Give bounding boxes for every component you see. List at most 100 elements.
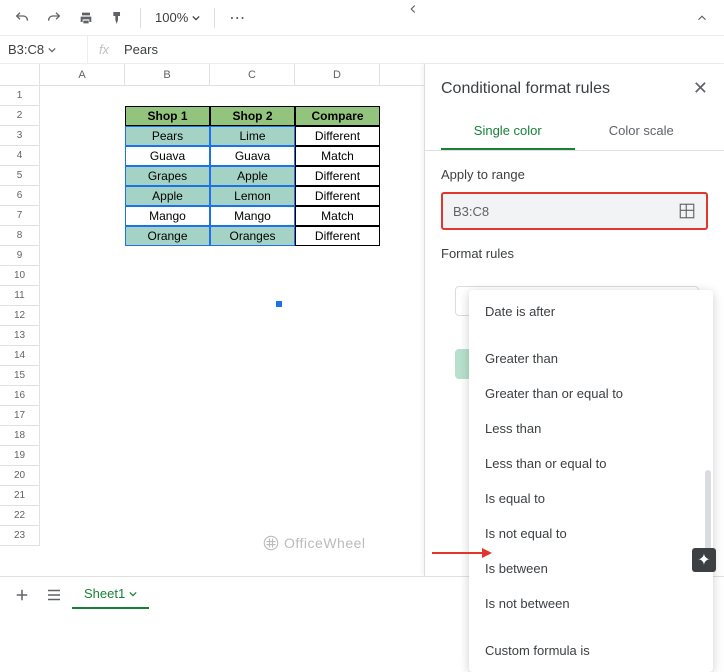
cell[interactable] [295, 406, 380, 426]
row-header[interactable]: 20 [0, 466, 40, 486]
row-header[interactable]: 4 [0, 146, 40, 166]
print-icon[interactable] [72, 4, 100, 32]
cell[interactable] [40, 466, 125, 486]
cell[interactable] [40, 146, 125, 166]
cell[interactable]: Lemon [210, 186, 295, 206]
cell[interactable] [125, 506, 210, 526]
cell[interactable]: Apple [210, 166, 295, 186]
cell[interactable]: Shop 2 [210, 106, 295, 126]
column-header[interactable]: C [210, 64, 295, 85]
grid-select-icon[interactable] [678, 202, 696, 220]
row-header[interactable]: 10 [0, 266, 40, 286]
name-box[interactable]: B3:C8 [0, 36, 88, 63]
cell[interactable] [125, 306, 210, 326]
cell[interactable] [40, 126, 125, 146]
cell[interactable] [125, 386, 210, 406]
cell[interactable] [295, 246, 380, 266]
cell[interactable] [210, 246, 295, 266]
cell[interactable] [125, 486, 210, 506]
cell[interactable] [210, 366, 295, 386]
row-header[interactable]: 6 [0, 186, 40, 206]
dropdown-item[interactable]: Date is after [469, 294, 713, 329]
close-icon[interactable]: ✕ [693, 78, 708, 99]
cell[interactable] [40, 186, 125, 206]
selection-handle[interactable] [276, 301, 282, 307]
cell[interactable] [40, 86, 125, 106]
cell[interactable] [295, 446, 380, 466]
cell[interactable] [295, 286, 380, 306]
dropdown-item[interactable]: Less than or equal to [469, 446, 713, 481]
cell[interactable] [210, 426, 295, 446]
cell[interactable] [125, 466, 210, 486]
cell[interactable] [40, 206, 125, 226]
cell[interactable] [295, 86, 380, 106]
cell[interactable] [125, 246, 210, 266]
row-header[interactable]: 9 [0, 246, 40, 266]
paint-format-icon[interactable] [104, 4, 132, 32]
cell[interactable]: Mango [210, 206, 295, 226]
cell[interactable] [40, 266, 125, 286]
cell[interactable] [295, 306, 380, 326]
cell[interactable]: Guava [210, 146, 295, 166]
row-header[interactable]: 8 [0, 226, 40, 246]
cell[interactable] [40, 446, 125, 466]
cell[interactable] [210, 326, 295, 346]
dropdown-item[interactable]: Is not equal to [469, 516, 713, 551]
select-all-corner[interactable] [0, 64, 40, 85]
cell[interactable] [295, 366, 380, 386]
dropdown-item[interactable]: Is between [469, 551, 713, 586]
range-input[interactable]: B3:C8 [441, 192, 708, 230]
collapse-panel-icon[interactable] [406, 2, 420, 16]
sheet-tab[interactable]: Sheet1 [72, 580, 149, 609]
dropdown-item[interactable]: Greater than or equal to [469, 376, 713, 411]
cell[interactable]: Mango [125, 206, 210, 226]
cell[interactable] [40, 226, 125, 246]
column-header[interactable]: A [40, 64, 125, 85]
row-header[interactable]: 23 [0, 526, 40, 546]
row-header[interactable]: 1 [0, 86, 40, 106]
all-sheets-icon[interactable] [40, 586, 68, 604]
cell[interactable] [40, 306, 125, 326]
dropdown-item[interactable]: Greater than [469, 341, 713, 376]
zoom-dropdown[interactable]: 100% [149, 10, 206, 25]
explore-button[interactable]: ✦ [692, 548, 716, 572]
cell[interactable] [295, 266, 380, 286]
cell[interactable] [40, 246, 125, 266]
row-header[interactable]: 18 [0, 426, 40, 446]
cell[interactable] [40, 346, 125, 366]
cell[interactable] [125, 446, 210, 466]
cell[interactable] [40, 426, 125, 446]
cell[interactable] [125, 526, 210, 546]
row-header[interactable]: 12 [0, 306, 40, 326]
cell[interactable]: Guava [125, 146, 210, 166]
cell[interactable] [295, 426, 380, 446]
tab-color-scale[interactable]: Color scale [575, 113, 709, 150]
undo-icon[interactable] [8, 4, 36, 32]
dropdown-item[interactable]: Is not between [469, 586, 713, 621]
row-header[interactable]: 22 [0, 506, 40, 526]
cell[interactable] [210, 266, 295, 286]
column-header[interactable]: D [295, 64, 380, 85]
cell[interactable] [40, 386, 125, 406]
cell[interactable] [125, 346, 210, 366]
cell[interactable] [40, 506, 125, 526]
row-header[interactable]: 2 [0, 106, 40, 126]
formula-input[interactable]: Pears [120, 42, 724, 57]
more-icon[interactable]: ⋯ [223, 4, 251, 32]
cell[interactable]: Match [295, 206, 380, 226]
cell[interactable] [40, 326, 125, 346]
cell[interactable] [210, 466, 295, 486]
cell[interactable]: Different [295, 166, 380, 186]
cell[interactable] [125, 326, 210, 346]
row-header[interactable]: 11 [0, 286, 40, 306]
cell[interactable]: Lime [210, 126, 295, 146]
dropdown-item[interactable]: Custom formula is [469, 633, 713, 668]
row-header[interactable]: 16 [0, 386, 40, 406]
cell[interactable] [125, 406, 210, 426]
expand-up-icon[interactable] [688, 4, 716, 32]
cell[interactable] [210, 506, 295, 526]
cell[interactable] [210, 286, 295, 306]
cell[interactable] [210, 306, 295, 326]
cell[interactable]: Apple [125, 186, 210, 206]
cell[interactable] [40, 366, 125, 386]
